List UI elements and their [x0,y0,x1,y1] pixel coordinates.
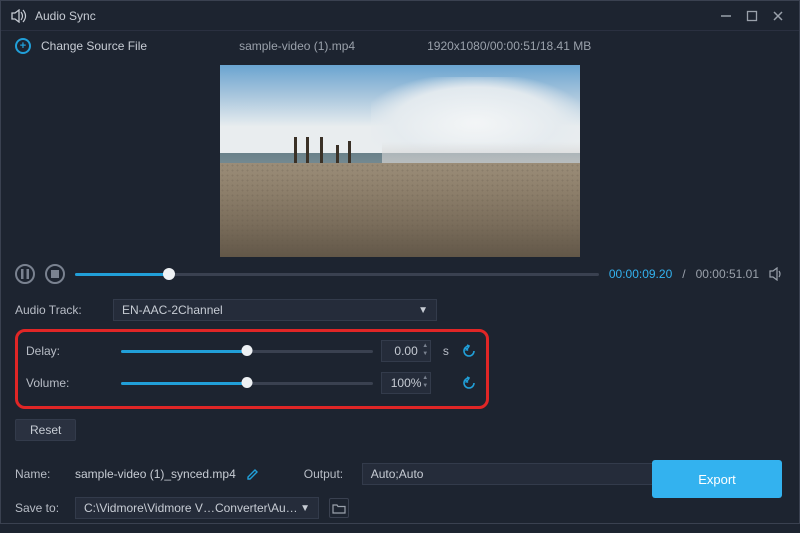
name-label: Name: [15,467,65,481]
volume-icon[interactable] [769,266,785,282]
volume-slider[interactable] [121,375,373,391]
reset-button[interactable]: Reset [15,419,76,441]
output-format-select[interactable]: Auto;Auto [362,463,686,485]
delay-value: 0.00 [394,344,417,358]
settings-panel: Audio Track: EN-AAC-2Channel ▼ Delay: 0.… [1,291,799,451]
export-button[interactable]: Export [652,460,782,498]
close-button[interactable] [765,4,791,28]
audio-track-label: Audio Track: [15,303,105,317]
chevron-down-icon: ▼ [418,305,428,316]
source-fileinfo: 1920x1080/00:00:51/18.41 MB [427,39,591,53]
output-label: Output: [304,467,352,481]
volume-reset-icon[interactable] [461,374,478,392]
stop-button[interactable] [45,264,65,284]
titlebar: Audio Sync [1,1,799,31]
output-format-value: Auto;Auto [371,467,424,481]
delay-label: Delay: [26,344,113,358]
duration-time: 00:00:51.01 [696,267,759,281]
audio-track-select[interactable]: EN-AAC-2Channel ▼ [113,299,437,321]
delay-unit: s [439,344,452,358]
maximize-button[interactable] [739,4,765,28]
saveto-path-select[interactable]: C:\Vidmore\Vidmore V…Converter\Audio Syn… [75,497,319,519]
change-source-label: Change Source File [41,39,147,53]
delay-input[interactable]: 0.00 ▲▼ [381,340,431,362]
volume-input[interactable]: 100% ▲▼ [381,372,431,394]
delay-spinner[interactable]: ▲▼ [422,342,428,358]
change-source-button[interactable]: + Change Source File [15,38,147,54]
source-bar: + Change Source File sample-video (1).mp… [1,31,799,61]
saveto-path: C:\Vidmore\Vidmore V…Converter\Audio Syn… [84,501,300,515]
volume-value: 100% [391,376,422,390]
playback-controls: 00:00:09.20/00:00:51.01 [1,257,799,291]
video-preview-area [1,61,799,257]
edit-name-icon[interactable] [246,467,260,481]
sync-controls-highlight: Delay: 0.00 ▲▼ s Volume: 100% ▲▼ [15,329,489,409]
delay-slider[interactable] [121,343,373,359]
minimize-button[interactable] [713,4,739,28]
audio-track-value: EN-AAC-2Channel [122,303,223,317]
delay-reset-icon[interactable] [461,342,478,360]
app-icon [11,9,27,23]
saveto-label: Save to: [15,501,65,515]
chevron-down-icon: ▼ [300,503,310,514]
source-filename: sample-video (1).mp4 [239,39,355,53]
video-preview[interactable] [220,65,580,257]
open-folder-button[interactable] [329,498,349,518]
play-pause-button[interactable] [15,264,35,284]
window-title: Audio Sync [35,9,713,23]
plus-circle-icon: + [15,38,31,54]
seek-slider[interactable] [75,265,599,283]
name-value: sample-video (1)_synced.mp4 [75,467,236,481]
current-time: 00:00:09.20 [609,267,672,281]
volume-label: Volume: [26,376,113,390]
volume-spinner[interactable]: ▲▼ [422,374,428,390]
